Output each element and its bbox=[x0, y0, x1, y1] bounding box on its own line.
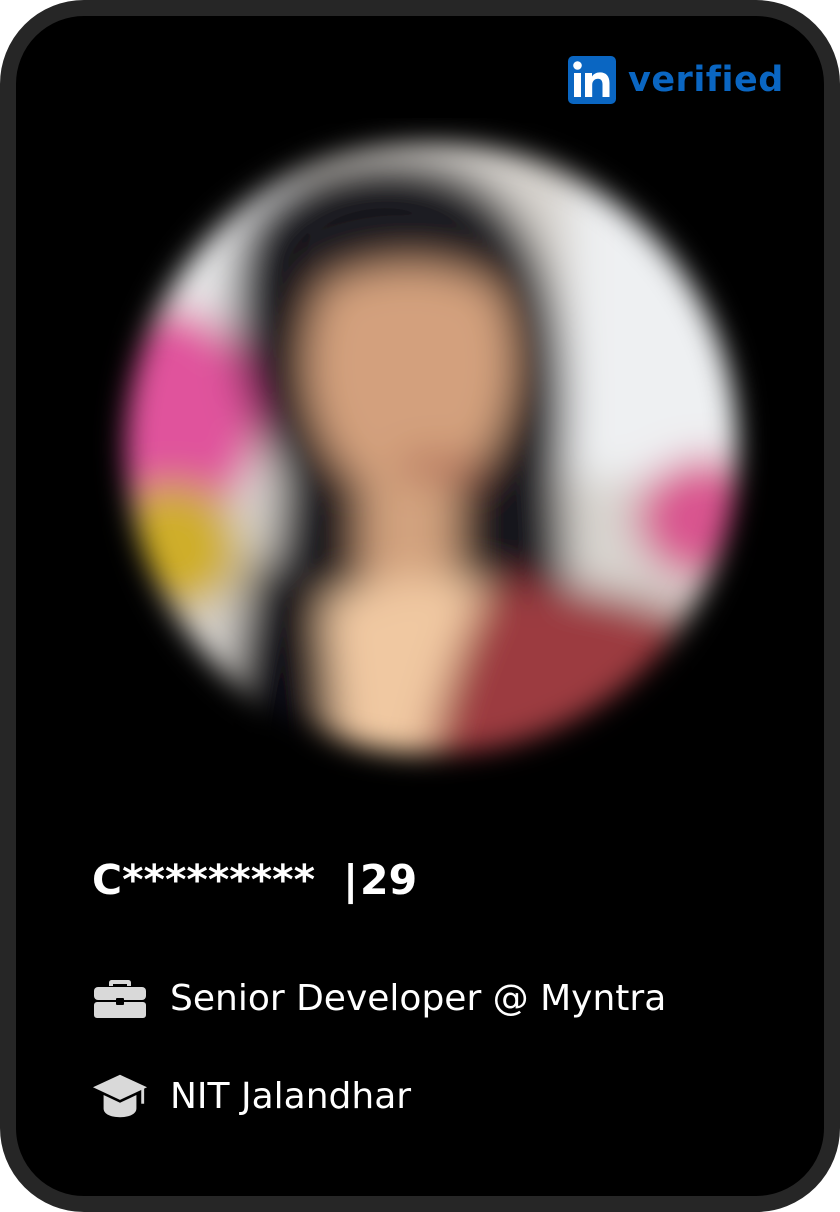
name-age-separator: | bbox=[343, 856, 359, 904]
briefcase-icon bbox=[92, 970, 148, 1026]
linkedin-icon bbox=[568, 56, 616, 104]
linkedin-verified-badge: verified bbox=[568, 56, 784, 104]
age-value: 29 bbox=[360, 856, 418, 904]
profile-photo bbox=[92, 118, 772, 798]
job-row: Senior Developer @ Myntra bbox=[92, 970, 666, 1026]
name-age-heading: C********* | 29 bbox=[92, 852, 417, 908]
education-row: NIT Jalandhar bbox=[92, 1068, 411, 1124]
masked-name: C********* bbox=[92, 856, 316, 904]
job-title: Senior Developer @ Myntra bbox=[170, 977, 667, 1019]
education-institution: NIT Jalandhar bbox=[170, 1075, 412, 1117]
profile-card[interactable]: verified C********* | 29 Senior Develope… bbox=[0, 0, 840, 1212]
verified-label: verified bbox=[628, 60, 784, 100]
graduation-cap-icon bbox=[92, 1068, 148, 1124]
